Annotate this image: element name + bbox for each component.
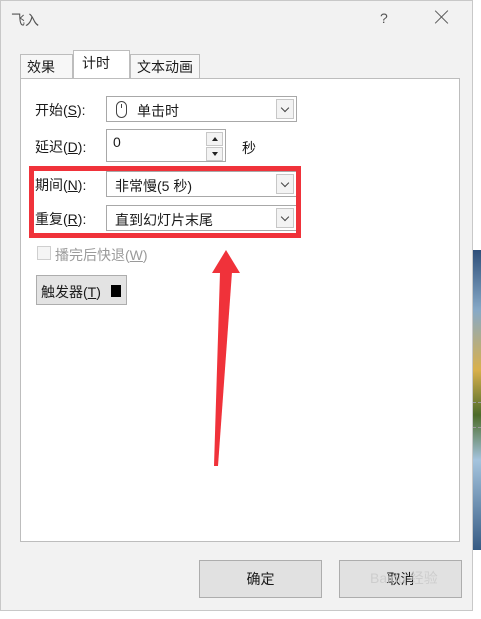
animation-dialog: 飞入 ? 效果 计时 文本动画 开始(S): 单击时 延迟(D): 0 秒 期间… — [0, 0, 473, 611]
annotation-arrow — [212, 250, 240, 466]
tab-timing[interactable]: 计时 — [73, 50, 130, 78]
arrow-shaft — [214, 272, 232, 466]
watermark: Baidu 经验 — [370, 570, 438, 586]
arrow-head — [212, 250, 240, 273]
